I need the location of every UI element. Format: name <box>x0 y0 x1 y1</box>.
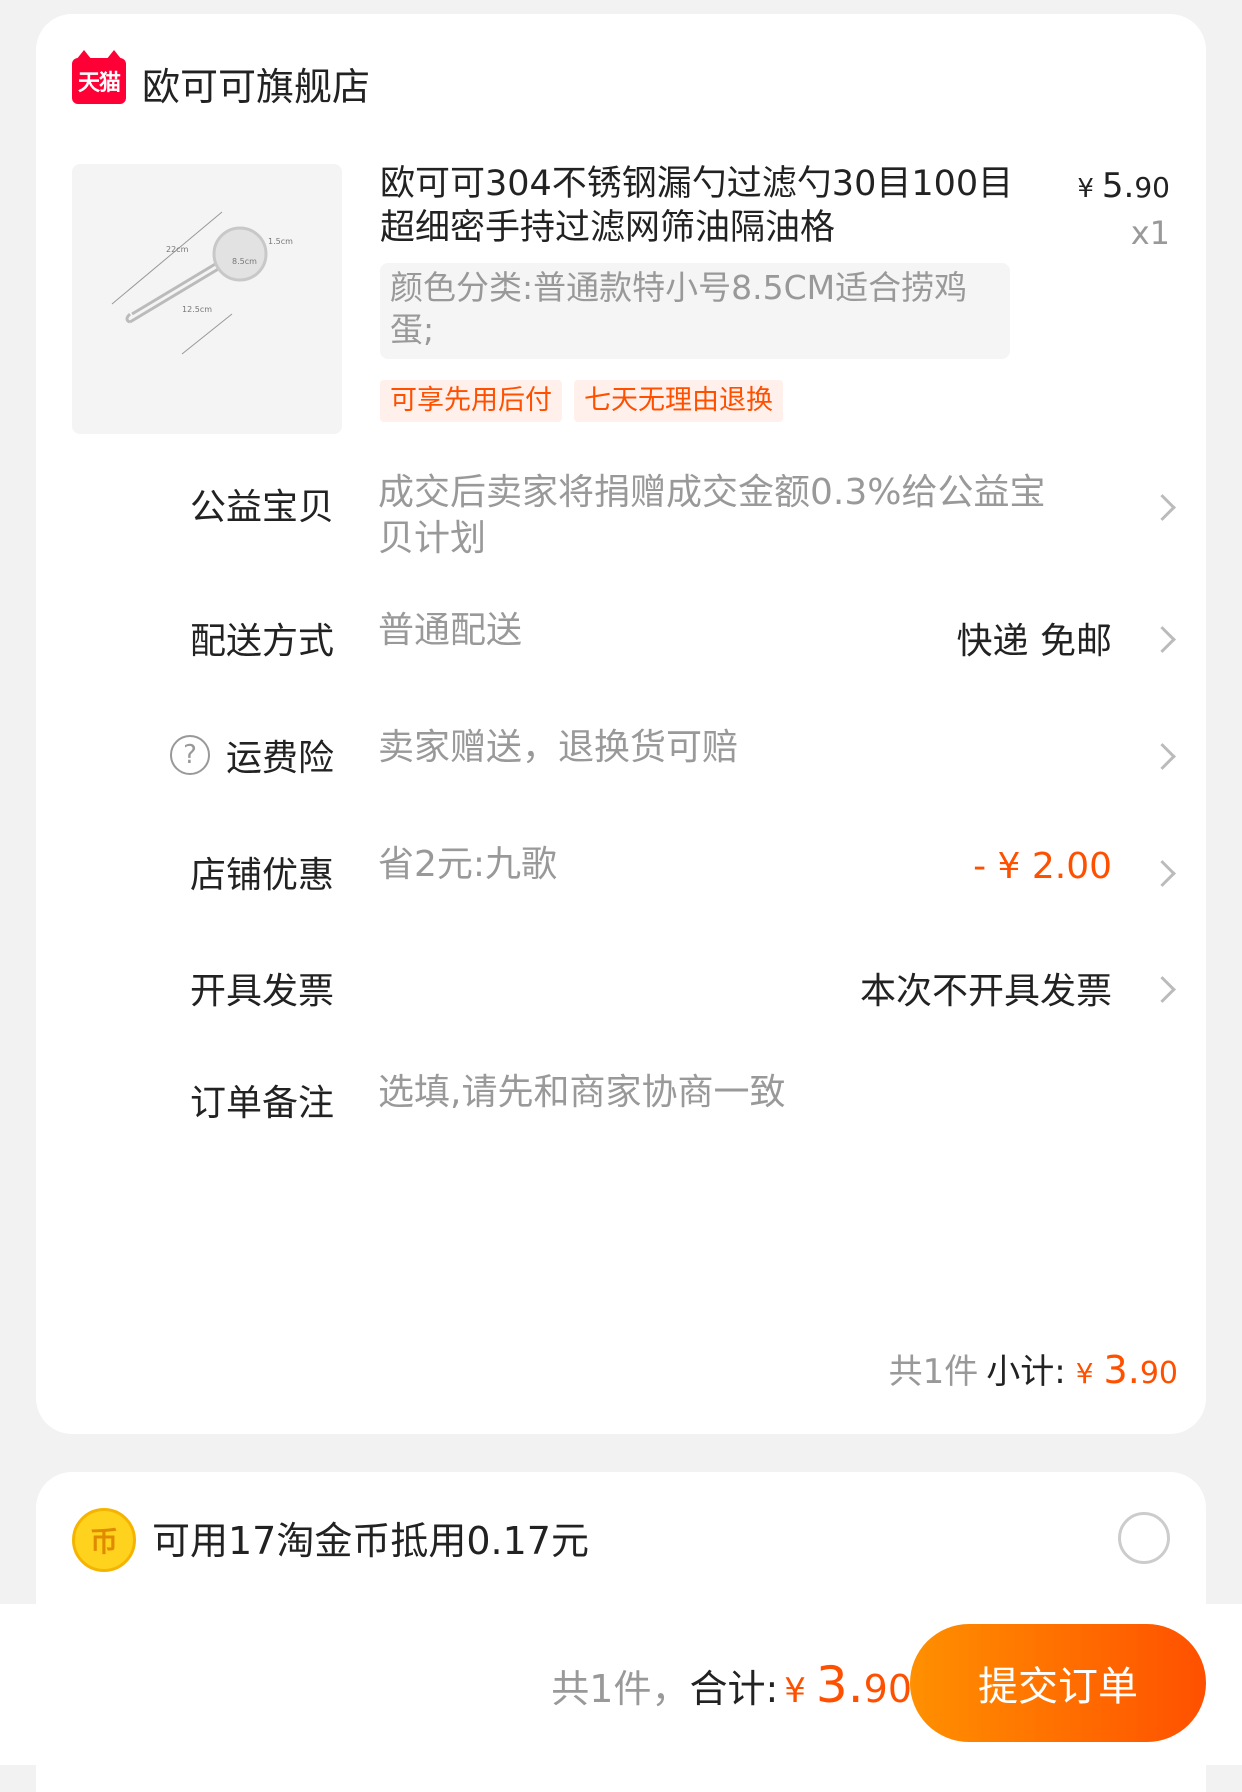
row-invoice[interactable]: 开具发票 本次不开具发票 <box>36 962 1206 1022</box>
chevron-right-icon <box>1149 626 1176 653</box>
question-icon[interactable]: ? <box>169 735 210 775</box>
subtotal: 共1件 小计: ¥3.90 <box>889 1344 1178 1393</box>
subtotal-main: 3. <box>1103 1348 1140 1392</box>
invoice-value: 本次不开具发票 <box>859 971 1112 1012</box>
charity-value: 成交后卖家将捐赠成交金额0.3%给公益宝贝计划 <box>378 472 1046 559</box>
tmall-icon: 天猫 <box>72 50 126 104</box>
subtotal-cents: 90 <box>1139 1356 1178 1391</box>
discount-label: 店铺优惠 <box>189 855 334 896</box>
invoice-label: 开具发票 <box>189 971 334 1012</box>
product-sku[interactable]: 颜色分类:普通款特小号8.5CM适合捞鸡蛋; <box>380 263 1010 359</box>
total-cents: 90 <box>863 1667 912 1711</box>
tag-seven-day-return: 七天无理由退换 <box>574 380 783 422</box>
product-thumbnail[interactable]: 22cm 1.5cm 8.5cm 12.5cm <box>72 164 342 434</box>
discount-value: 省2元:九歌 <box>378 844 558 885</box>
chevron-right-icon <box>1149 976 1176 1003</box>
insurance-label-text: 运费险 <box>225 738 334 779</box>
shipping-label: 配送方式 <box>189 621 334 662</box>
chevron-right-icon <box>1149 494 1176 521</box>
price-cents: 90 <box>1134 171 1170 204</box>
price-main: 5. <box>1101 166 1135 206</box>
shop-name[interactable]: 欧可可旗舰店 <box>142 56 370 111</box>
tmall-badge-text: 天猫 <box>77 71 121 96</box>
total-count: 共1件， <box>551 1667 690 1711</box>
insurance-value: 卖家赠送，退换货可赔 <box>378 727 739 768</box>
thumb-label-diameter: 8.5cm <box>232 257 257 266</box>
total-main: 3. <box>815 1656 864 1714</box>
price-currency: ¥ <box>1077 174 1094 204</box>
coin-offer-text: 可用17淘金币抵用0.17元 <box>152 1519 589 1563</box>
coin-radio[interactable] <box>1118 1512 1170 1564</box>
subtotal-currency: ¥ <box>1075 1357 1094 1390</box>
insurance-label: ? 运费险 <box>169 729 334 781</box>
service-tags: 可享先用后付 七天无理由退换 <box>380 380 783 422</box>
strainer-image: 22cm 1.5cm 8.5cm 12.5cm <box>111 211 293 355</box>
charity-label: 公益宝贝 <box>189 487 334 528</box>
remark-input[interactable]: 选填,请先和商家协商一致 <box>378 1070 785 1116</box>
remark-label: 订单备注 <box>189 1083 334 1124</box>
row-discount[interactable]: 店铺优惠 省2元:九歌 - ¥ 2.00 <box>36 844 1206 906</box>
thumb-label-handle: 12.5cm <box>182 305 212 314</box>
product-price: ¥5.90 <box>1077 166 1170 206</box>
product-quantity: x1 <box>1130 214 1170 252</box>
tag-pay-later: 可享先用后付 <box>380 380 562 422</box>
shipping-value: 普通配送 <box>378 610 523 651</box>
chevron-right-icon <box>1149 860 1176 887</box>
row-charity[interactable]: 公益宝贝 成交后卖家将捐赠成交金额0.3%给公益宝贝计划 <box>36 470 1206 570</box>
order-total: 共1件，合计: ¥3.90 <box>551 1656 912 1714</box>
submit-order-button[interactable]: 提交订单 <box>910 1624 1206 1742</box>
product-title[interactable]: 欧可可304不锈钢漏勺过滤勺30目100目超细密手持过滤网筛油隔油格 <box>380 162 1020 250</box>
row-remark: 订单备注 选填,请先和商家协商一致 <box>36 1072 1206 1134</box>
checkout-bar: 共1件，合计: ¥3.90 提交订单 <box>0 1604 1242 1765</box>
total-amount: ¥3.90 <box>778 1656 912 1714</box>
chevron-right-icon <box>1149 743 1176 770</box>
total-currency: ¥ <box>784 1671 806 1711</box>
subtotal-count: 共1件 <box>888 1352 979 1392</box>
row-insurance[interactable]: ? 运费险 卖家赠送，退换货可赔 <box>36 727 1206 789</box>
thumb-label-length: 22cm <box>166 245 189 254</box>
row-shipping[interactable]: 配送方式 普通配送 快递 免邮 <box>36 610 1206 672</box>
order-card: 天猫 欧可可旗舰店 22cm 1.5cm 8.5cm 12.5cm 欧可可304… <box>36 14 1206 1434</box>
thumb-label-depth: 1.5cm <box>268 237 293 246</box>
discount-amount: - ¥ 2.00 <box>973 846 1112 887</box>
subtotal-amount: ¥3.90 <box>1076 1348 1178 1392</box>
subtotal-label: 小计: <box>986 1352 1066 1392</box>
coin-icon: 币 <box>72 1508 136 1572</box>
total-label: 合计: <box>689 1667 779 1711</box>
shipping-method: 快递 免邮 <box>956 621 1112 662</box>
